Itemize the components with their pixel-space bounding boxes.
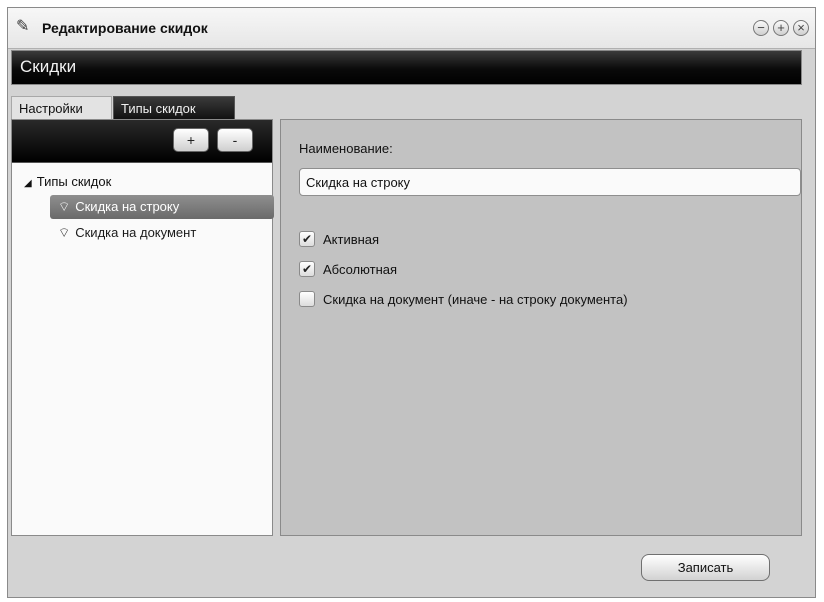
tree-toolbar: + - (12, 120, 272, 163)
tree-item-label: Скидка на документ (75, 225, 197, 240)
tab-discount-types[interactable]: Типы скидок (113, 96, 235, 120)
section-title: Скидки (20, 57, 77, 76)
discount-types-panel: + - ◢ Типы скидок ⌔ Скидка на строку ⌔ Скид… (11, 119, 274, 536)
tree-item-line-discount[interactable]: ⌔ Скидка на строку (50, 195, 274, 219)
tab-settings[interactable]: Настройки (11, 96, 112, 120)
tree-root-label: Типы скидок (36, 174, 112, 189)
save-button[interactable]: Записать (641, 554, 770, 581)
name-input[interactable] (299, 168, 801, 196)
tag-icon: ⌔ (58, 225, 71, 240)
active-checkbox-label: Активная (323, 232, 380, 247)
remove-button[interactable]: - (217, 128, 253, 152)
tree-item-label: Скидка на строку (75, 199, 180, 214)
absolute-checkbox-label: Абсолютная (323, 262, 398, 277)
absolute-checkbox[interactable]: ✔ (299, 261, 315, 277)
close-icon[interactable]: × (793, 20, 809, 36)
title-bar: ✎ Редактирование скидок − + × (8, 8, 815, 49)
maximize-icon[interactable]: + (773, 20, 789, 36)
document-discount-checkbox[interactable] (299, 291, 315, 307)
pencil-icon: ✎ (16, 18, 30, 35)
tree-root[interactable]: ◢ Типы скидок (24, 174, 111, 189)
tag-icon: ⌔ (58, 199, 71, 214)
active-checkbox[interactable]: ✔ (299, 231, 315, 247)
add-button[interactable]: + (173, 128, 209, 152)
tree-item-document-discount[interactable]: ⌔ Скидка на документ (50, 221, 196, 245)
collapse-arrow-icon[interactable]: ◢ (24, 178, 32, 189)
document-discount-checkbox-label: Скидка на документ (иначе - на строку до… (323, 292, 628, 307)
section-header: Скидки (11, 50, 802, 85)
minimize-icon[interactable]: − (753, 20, 769, 36)
name-label: Наименование: (299, 141, 393, 156)
window-title: Редактирование скидок (42, 20, 208, 36)
discount-details-panel: Наименование: ✔ Активная ✔ Абсолютная Ск… (280, 119, 802, 536)
